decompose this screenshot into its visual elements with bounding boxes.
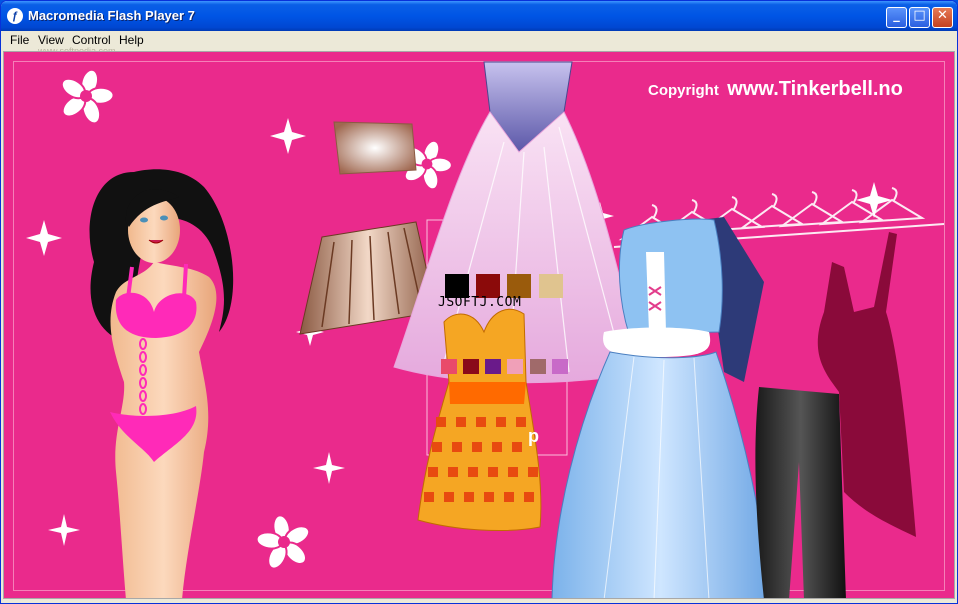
flash-stage[interactable]: Copyright www.Tinkerbell.no JSOFTJ.COM p [3, 51, 955, 599]
copyright-label: Copyright [648, 82, 719, 99]
minimize-icon: _ [893, 8, 900, 23]
menu-view[interactable]: View [38, 33, 64, 47]
color-swatch[interactable] [539, 274, 563, 298]
menu-control[interactable]: Control [72, 33, 111, 47]
flash-player-window: ƒ Macromedia Flash Player 7 _ □ ✕ File V… [0, 0, 958, 604]
bandeau-top [333, 121, 417, 175]
color-swatch[interactable] [463, 359, 479, 374]
copyright-text[interactable]: Copyright www.Tinkerbell.no [648, 78, 903, 101]
maximize-button[interactable]: □ [909, 7, 930, 28]
menu-bar: File View Control Help [1, 31, 957, 50]
black-pants [755, 387, 846, 598]
minimize-button[interactable]: _ [886, 7, 907, 28]
close-icon: ✕ [937, 8, 948, 23]
color-swatch[interactable] [441, 359, 457, 374]
color-swatch[interactable] [552, 359, 568, 374]
title-bar[interactable]: ƒ Macromedia Flash Player 7 _ □ ✕ [1, 1, 957, 31]
partial-button-label[interactable]: p [528, 426, 539, 447]
color-swatch[interactable] [507, 359, 523, 374]
doll-model [89, 169, 234, 598]
menu-file[interactable]: File [10, 33, 29, 47]
color-swatch[interactable] [530, 359, 546, 374]
game-artwork [26, 61, 945, 598]
close-button[interactable]: ✕ [932, 7, 953, 28]
flash-icon[interactable]: ƒ [7, 8, 23, 24]
jsoftj-watermark: JSOFTJ.COM [438, 295, 522, 310]
window-title: Macromedia Flash Player 7 [28, 8, 195, 23]
copyright-site-link[interactable]: www.Tinkerbell.no [727, 78, 903, 100]
color-swatch[interactable] [485, 359, 501, 374]
maximize-icon: □ [913, 8, 926, 23]
menu-help[interactable]: Help [119, 33, 144, 47]
